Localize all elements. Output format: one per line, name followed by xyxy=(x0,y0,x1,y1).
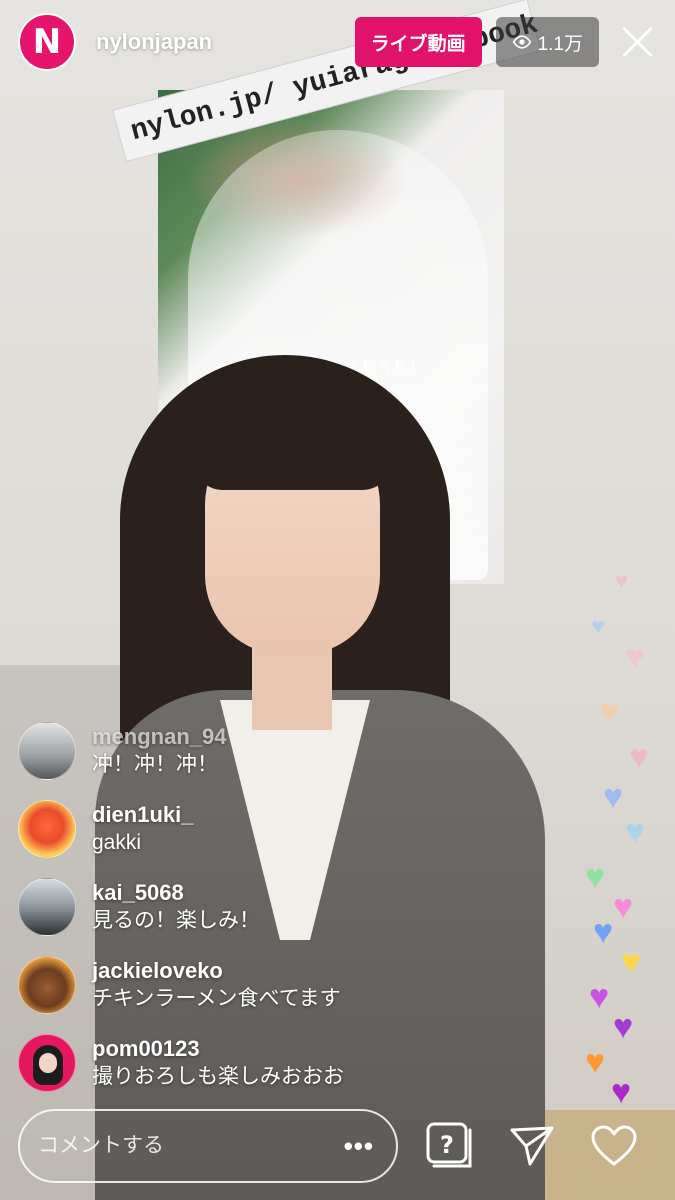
heart-icon: ♥ xyxy=(593,913,614,951)
comment-input[interactable] xyxy=(38,1134,344,1158)
commenter-avatar[interactable] xyxy=(18,878,76,936)
heart-icon: ♥ xyxy=(591,613,606,640)
nylon-logo: N xyxy=(20,15,74,69)
floating-hearts: ♥ ♥ ♥ ♥ ♥ ♥ ♥ ♥ ♥ ♥ ♥ ♥ ♥ ♥ ♥ xyxy=(585,560,675,1120)
heart-icon: ♥ xyxy=(625,638,646,676)
heart-icon: ♥ xyxy=(625,813,646,851)
send-button[interactable] xyxy=(504,1118,560,1174)
account-avatar[interactable]: N xyxy=(18,13,76,71)
commenter-avatar[interactable] xyxy=(18,956,76,1014)
heart-icon: ♥ xyxy=(603,778,624,816)
heart-icon: ♥ xyxy=(613,888,634,926)
comment-item: dien1uki_ gakki xyxy=(18,790,558,868)
eye-icon xyxy=(512,35,531,49)
comment-message: gakki xyxy=(92,831,142,854)
commenter-username[interactable]: mengnan_94 xyxy=(92,723,227,751)
comment-item: kai_5068 見るの！楽しみ！ xyxy=(18,868,558,946)
viewer-count: 1.1万 xyxy=(537,33,583,55)
comment-message: 撮りおろしも楽しみおおお xyxy=(92,1065,344,1088)
heart-icon: ♥ xyxy=(611,1073,632,1111)
comment-message: チキンラーメン食べてます xyxy=(92,987,341,1010)
commenter-username[interactable]: kai_5068 xyxy=(92,879,260,907)
person-bangs xyxy=(195,395,390,490)
comment-item: pom00123 撮りおろしも楽しみおおお xyxy=(18,1024,558,1102)
commenter-avatar[interactable] xyxy=(18,800,76,858)
close-button[interactable] xyxy=(617,22,657,62)
more-options-button[interactable]: ••• xyxy=(344,1131,374,1162)
heart-icon: ♥ xyxy=(629,738,650,776)
commenter-avatar[interactable] xyxy=(18,1034,76,1092)
live-badge: ライブ動画 xyxy=(354,17,482,67)
heart-icon: ♥ xyxy=(585,858,606,896)
viewer-count-badge[interactable]: 1.1万 xyxy=(495,17,599,67)
question-icon: ? xyxy=(426,1122,472,1168)
heart-icon: ♥ xyxy=(613,1008,634,1046)
heart-icon: ♥ xyxy=(585,1043,606,1081)
heart-icon: ♥ xyxy=(589,978,610,1016)
comment-message: 冲！冲！冲！ xyxy=(92,753,218,776)
send-icon xyxy=(510,1126,554,1166)
comment-message: 見るの！楽しみ！ xyxy=(92,909,260,932)
commenter-username[interactable]: pom00123 xyxy=(92,1035,344,1063)
svg-text:?: ? xyxy=(440,1131,454,1159)
heart-icon: ♥ xyxy=(615,568,629,593)
heart-icon xyxy=(591,1125,637,1166)
comment-item: mengnan_94 冲！冲！冲！ xyxy=(18,712,558,790)
account-username[interactable]: nylonjapan xyxy=(96,29,212,55)
live-composer-bar: ••• ? xyxy=(0,1108,675,1184)
heart-icon: ♥ xyxy=(599,693,620,731)
commenter-username[interactable]: dien1uki_ xyxy=(92,801,193,829)
comment-feed: mengnan_94 冲！冲！冲！ dien1uki_ gakki kai_50… xyxy=(18,712,558,1102)
comment-item: jackieloveko チキンラーメン食べてます xyxy=(18,946,558,1024)
like-button[interactable] xyxy=(586,1118,642,1174)
commenter-username[interactable]: jackieloveko xyxy=(92,957,341,985)
question-button[interactable]: ? xyxy=(422,1118,478,1174)
commenter-avatar[interactable] xyxy=(18,722,76,780)
live-header: N nylonjapan ライブ動画 1.1万 xyxy=(0,0,675,84)
heart-icon: ♥ xyxy=(621,943,642,981)
comment-input-box[interactable]: ••• xyxy=(18,1109,398,1183)
